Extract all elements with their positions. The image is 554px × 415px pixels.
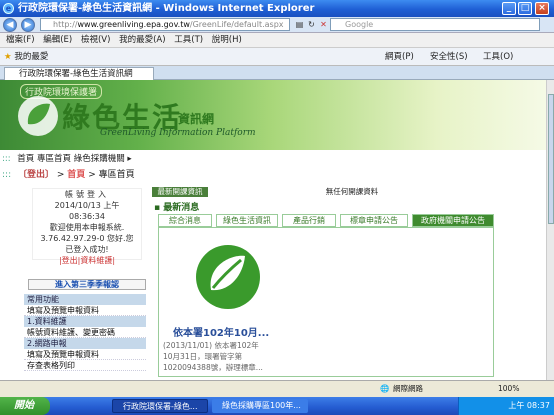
login-welcome: 歡迎使用本申報系統. [49, 223, 125, 232]
main-content: 最新開課資訊 無任何開課資料 ▪ 最新消息 綜合消息 綠色生活資訊 產品行銷 標… [152, 184, 546, 380]
latest-news-heading: ▪ 最新消息 [154, 203, 200, 213]
start-button[interactable]: 開始 [0, 397, 50, 415]
window-title: 行政院環保署-綠色生活資訊網 - Windows Internet Explor… [18, 3, 315, 14]
window-titlebar: e 行政院環保署-綠色生活資訊網 - Windows Internet Expl… [0, 0, 554, 17]
tab-label: 行政院環保署-綠色生活資訊網 [19, 69, 133, 79]
login-time: 08:36:34 [69, 212, 105, 221]
tools-menu[interactable]: 工具(O) [483, 48, 513, 66]
sidebar-item-fill[interactable]: 填寫及預覽申報資料 [24, 305, 146, 316]
back-button[interactable]: ◀ [3, 18, 17, 32]
address-prefix: http:// [53, 20, 78, 29]
star-icon: ★ [4, 52, 12, 62]
sidebar-item-account[interactable]: 帳號資料維護、變更密碼 [24, 327, 146, 338]
scroll-thumb[interactable] [548, 94, 554, 224]
tab-general[interactable]: 綜合消息 [158, 214, 212, 227]
login-date: 2014/10/13 上午 [54, 201, 120, 210]
ie-icon: e [3, 3, 14, 14]
left-sidebar: 帳號登入 2014/10/13 上午 08:36:34 歡迎使用本申報系統. 3… [0, 184, 150, 380]
minimize-button[interactable]: _ [502, 2, 516, 15]
news-desc-line: 10月31日，環署管字第 [163, 352, 243, 361]
login-success: 已登入成功! [65, 245, 109, 254]
green-mark-logo-icon[interactable] [193, 242, 263, 312]
news-item-title[interactable]: 依本署102年10月... [173, 324, 269, 339]
menu-file[interactable]: 檔案(F) [6, 35, 35, 45]
sect-data: 1.資料維護 [24, 316, 146, 327]
news-panel: 依本署102年10月... (2013/11/01) 依本署102年 10月31… [158, 227, 494, 377]
tab-label-apply[interactable]: 標章申請公告 [340, 214, 408, 227]
address-host: www.greenliving.epa.gov.tw [77, 20, 190, 29]
zoom-level[interactable]: 100% [498, 381, 519, 397]
maximize-button[interactable]: □ [518, 2, 532, 15]
tab-green-info[interactable]: 綠色生活資訊 [216, 214, 278, 227]
course-label: 最新開課資訊 [152, 187, 208, 197]
login-panel: 帳號登入 2014/10/13 上午 08:36:34 歡迎使用本申報系統. 3… [32, 188, 142, 265]
top-nav-links[interactable]: 首頁 專區首頁 綠色採購機關 [17, 154, 124, 164]
address-path: /GreenLife/default.aspx [189, 20, 284, 29]
home-link[interactable]: 首頁 [67, 170, 85, 180]
login-heading: 帳號登入 [65, 190, 109, 199]
news-item-desc: (2013/11/01) 依本署102年 10月31日，環署管字第 102009… [163, 340, 323, 373]
close-button[interactable]: × [535, 2, 549, 15]
taskbar: 開始 行政院環保署-綠色... 綠色採購專區100年... 上午 08:37 [0, 397, 554, 415]
tab-bar: 行政院環保署-綠色生活資訊網 [0, 66, 554, 80]
top-nav: ::: 首頁 專區首頁 綠色採購機關 ▸ [0, 152, 546, 166]
vote-button[interactable]: 進入第三季季報認 [28, 279, 146, 290]
forward-button[interactable]: ▶ [21, 18, 35, 32]
menu-view[interactable]: 檢視(V) [81, 35, 110, 45]
news-tabs: 綜合消息 綠色生活資訊 產品行銷 標章申請公告 政府機關申請公告 [158, 214, 494, 227]
globe-icon: 🌐 [380, 384, 390, 393]
menu-bar: 檔案(F) 編輯(E) 檢視(V) 我的最愛(A) 工具(T) 說明(H) [0, 33, 554, 48]
sidebar-item-fill2[interactable]: 填寫及預覽申報資料 [24, 349, 146, 360]
system-tray: 上午 08:37 [458, 397, 554, 415]
tab-gov-apply[interactable]: 政府機關申請公告 [412, 214, 494, 227]
clock: 上午 08:37 [508, 401, 550, 410]
breadcrumb: ::: 〔登出〕 > 首頁 > 專區首頁 [0, 168, 546, 182]
logout-link[interactable]: 〔登出〕 [18, 170, 54, 180]
search-input[interactable]: Google [330, 18, 540, 31]
leaf-logo-icon [18, 96, 58, 136]
course-bar: 最新開課資訊 無任何開課資料 [152, 187, 492, 197]
sect-common: 常用功能 [24, 294, 146, 305]
refresh-icon[interactable]: ↻ [306, 19, 317, 30]
menu-edit[interactable]: 編輯(E) [43, 35, 72, 45]
breadcrumb-sep: > [56, 170, 65, 180]
address-toolbar: ◀ ▶ http://www.greenliving.epa.gov.tw/Gr… [0, 17, 554, 33]
breadcrumb-dots: ::: [2, 170, 12, 180]
compat-icon[interactable]: ▤ [294, 19, 305, 30]
safety-menu[interactable]: 安全性(S) [430, 48, 468, 66]
news-desc-line: 1020094388號，辦理標章... [163, 363, 263, 372]
login-links[interactable]: |登出|資料維護| [33, 255, 141, 266]
menu-favorites[interactable]: 我的最愛(A) [119, 35, 165, 45]
status-bar: 🌐 網際網路 100% [0, 380, 554, 397]
menu-help[interactable]: 說明(H) [212, 35, 242, 45]
sidebar-item-print[interactable]: 存查表格列印 [24, 360, 146, 371]
login-ip: 3.76.42.97.29-0 您好.您 [40, 234, 134, 243]
banner-english: GreenLiving Information Platform [100, 128, 256, 138]
banner-title-suffix: 資訊網 [178, 112, 215, 126]
course-text: 無任何開課資料 [325, 187, 379, 196]
breadcrumb-sep: > [88, 170, 96, 180]
stop-icon[interactable]: ✕ [318, 19, 329, 30]
news-desc-line: (2013/11/01) 依本署102年 [163, 341, 259, 350]
favorites-bar: ★ 我的最愛 網頁(P) 安全性(S) 工具(O) [0, 48, 554, 66]
latest-news-label: 最新消息 [163, 203, 200, 213]
triangle-icon: ▸ [127, 154, 132, 164]
menu-tools[interactable]: 工具(T) [174, 35, 203, 45]
taskbar-item-ie[interactable]: 行政院環保署-綠色... [112, 399, 208, 413]
tab-marketing[interactable]: 產品行銷 [282, 214, 336, 227]
status-zone: 網際網路 [393, 384, 423, 393]
page-menu[interactable]: 網頁(P) [385, 48, 414, 66]
page-scrollbar[interactable] [546, 80, 554, 380]
address-field[interactable]: http://www.greenliving.epa.gov.tw/GreenL… [40, 18, 290, 31]
favorites-button[interactable]: 我的最愛 [14, 52, 48, 62]
sect-online: 2.網路申報 [24, 338, 146, 349]
taskbar-item-excel[interactable]: 綠色採購專區100年... [212, 399, 308, 413]
nav-dots: ::: [2, 154, 11, 164]
breadcrumb-current: 專區首頁 [98, 170, 135, 180]
browser-tab[interactable]: 行政院環保署-綠色生活資訊網 [4, 67, 154, 80]
site-banner: 行政院環境保護署 綠色生活 資訊網 GreenLiving Informatio… [0, 80, 546, 150]
